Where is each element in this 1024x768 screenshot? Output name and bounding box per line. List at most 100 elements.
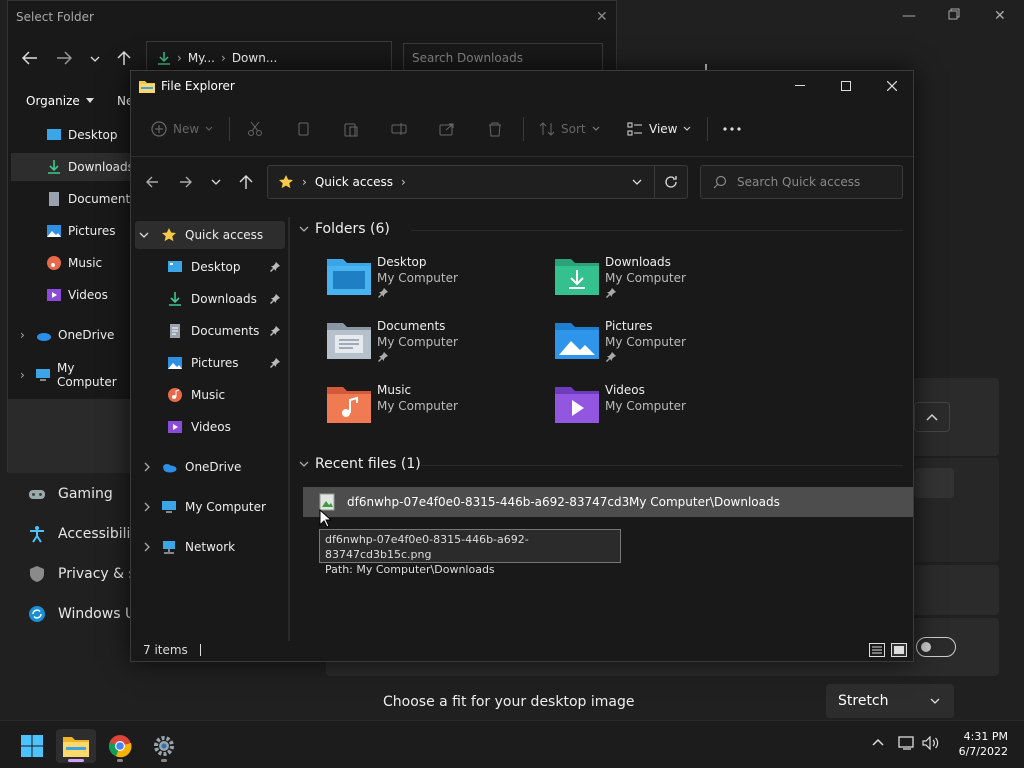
close-button[interactable] (869, 71, 915, 101)
view-button[interactable]: View (627, 115, 691, 143)
nav-item-quick-access[interactable]: Quick access (135, 221, 285, 249)
plus-circle-icon (151, 121, 167, 137)
nav-item-downloads[interactable]: Downloads (135, 285, 285, 313)
chevron-down-icon[interactable] (211, 178, 221, 186)
chevron-right-icon[interactable] (143, 502, 151, 512)
nav-item-desktop[interactable]: Desktop (135, 253, 285, 281)
toggle-switch[interactable] (916, 637, 956, 657)
folder-tile-music[interactable]: Music My Computer (327, 383, 547, 439)
fit-dropdown[interactable]: Stretch (826, 684, 954, 718)
close-icon[interactable]: ✕ (596, 9, 608, 25)
sort-button[interactable]: Sort (539, 115, 600, 143)
settings-nav-gaming[interactable]: Gaming (28, 482, 113, 506)
cut-button[interactable] (247, 115, 263, 143)
toolbar-divider (523, 117, 524, 141)
folder-tile-videos[interactable]: Videos My Computer (555, 383, 775, 439)
minimize-button[interactable] (777, 71, 823, 101)
sf-nav-onedrive[interactable]: › OneDrive (20, 321, 114, 349)
taskbar-chrome[interactable] (100, 729, 140, 763)
nav-item-videos[interactable]: Videos (135, 413, 285, 441)
sf-nav-computer[interactable]: › My Computer (20, 361, 130, 389)
forward-icon[interactable] (56, 51, 72, 65)
sf-nav-desktop[interactable]: Desktop (46, 121, 118, 149)
organize-button[interactable]: Organize (26, 94, 94, 108)
delete-button[interactable] (487, 115, 503, 143)
paste-button[interactable] (343, 115, 359, 143)
chevron-down-icon[interactable] (632, 178, 642, 186)
nav-item-documents[interactable]: Documents (135, 317, 285, 345)
new-button[interactable]: New (151, 115, 213, 143)
nav-item-music[interactable]: Music (135, 381, 285, 409)
pin-icon[interactable] (269, 261, 281, 273)
nav-label: Documents (68, 192, 137, 206)
select-folder-search[interactable]: Search Downloads (403, 43, 603, 73)
volume-icon[interactable] (922, 736, 940, 750)
folder-tile-downloads[interactable]: Downloads My Computer (555, 255, 775, 311)
folder-location: My Computer (605, 335, 686, 349)
nav-item-onedrive[interactable]: OneDrive (135, 453, 285, 481)
pin-icon[interactable] (269, 357, 281, 369)
maximize-button[interactable] (823, 71, 869, 101)
breadcrumb-item[interactable]: Quick access (315, 175, 393, 189)
nav-item-pictures[interactable]: Pictures (135, 349, 285, 377)
pin-icon[interactable] (269, 325, 281, 337)
nav-label: Documents (191, 324, 260, 338)
downloads-icon (46, 159, 62, 175)
chevron-right-icon[interactable]: › (20, 328, 30, 342)
folders-section-header[interactable]: Folders (6) (299, 219, 390, 239)
nav-label: My Computer (185, 500, 266, 514)
recent-file-row[interactable]: df6nwhp-07e4f0e0-8315-446b-a692-83747cd3… (303, 487, 913, 517)
nav-item-network[interactable]: Network (135, 533, 285, 561)
pin-icon[interactable] (269, 293, 281, 305)
taskbar-file-explorer[interactable] (56, 729, 96, 763)
sf-nav-music[interactable]: Music (46, 249, 102, 277)
settings-nav-accessibility[interactable]: Accessibility (28, 522, 144, 546)
up-icon[interactable] (239, 174, 253, 190)
search-box[interactable]: Search Quick access (700, 165, 903, 199)
collapse-button[interactable] (914, 402, 950, 432)
back-icon[interactable] (145, 175, 159, 189)
back-icon[interactable] (22, 51, 38, 65)
chevron-down-icon[interactable] (90, 55, 100, 63)
close-icon[interactable]: ✕ (994, 8, 1010, 24)
clock[interactable]: 4:31 PM 6/7/2022 (950, 729, 1008, 759)
chevron-right-icon[interactable]: › (20, 368, 29, 382)
sf-nav-videos[interactable]: Videos (46, 281, 108, 309)
sf-nav-documents[interactable]: Documents (46, 185, 136, 213)
maximize-icon (841, 81, 851, 91)
recent-file-name: df6nwhp-07e4f0e0-8315-446b-a692-83747cd3… (347, 495, 629, 509)
folder-tile-desktop[interactable]: Desktop My Computer (327, 255, 547, 311)
breadcrumb-item[interactable]: Down... (232, 51, 277, 65)
music-icon (167, 387, 183, 403)
copy-button[interactable] (295, 115, 311, 143)
breadcrumb-item[interactable]: My... (188, 51, 215, 65)
address-bar[interactable]: › Quick access › (267, 165, 688, 199)
up-icon[interactable] (117, 50, 131, 66)
start-button[interactable] (12, 729, 52, 763)
chevron-up-icon[interactable] (872, 738, 884, 746)
folder-name: Desktop (377, 255, 427, 269)
taskbar-settings[interactable] (144, 729, 184, 763)
recent-section-header[interactable]: Recent files (1) (299, 454, 421, 474)
forward-icon[interactable] (179, 175, 193, 189)
chevron-right-icon[interactable] (143, 462, 151, 472)
chevron-right-icon[interactable] (143, 542, 151, 552)
sf-nav-pictures[interactable]: Pictures (46, 217, 116, 245)
rename-button[interactable] (391, 115, 407, 143)
details-view-icon[interactable] (869, 643, 885, 657)
share-button[interactable] (439, 115, 455, 143)
sf-nav-downloads[interactable]: Downloads (11, 153, 134, 181)
network-icon[interactable] (898, 736, 916, 750)
refresh-icon[interactable] (664, 175, 678, 189)
pane-divider[interactable] (288, 217, 290, 641)
chevron-down-icon[interactable] (139, 231, 149, 239)
folder-tile-documents[interactable]: Documents My Computer (327, 319, 547, 375)
tiles-view-icon[interactable] (891, 643, 907, 657)
restore-icon[interactable] (948, 8, 964, 24)
more-options-button[interactable] (723, 115, 741, 143)
videos-icon (167, 419, 183, 435)
nav-item-my-computer[interactable]: My Computer (135, 493, 285, 521)
minimize-icon[interactable]: — (902, 8, 918, 24)
settings-dropdown[interactable] (914, 468, 954, 498)
folder-tile-pictures[interactable]: Pictures My Computer (555, 319, 775, 375)
